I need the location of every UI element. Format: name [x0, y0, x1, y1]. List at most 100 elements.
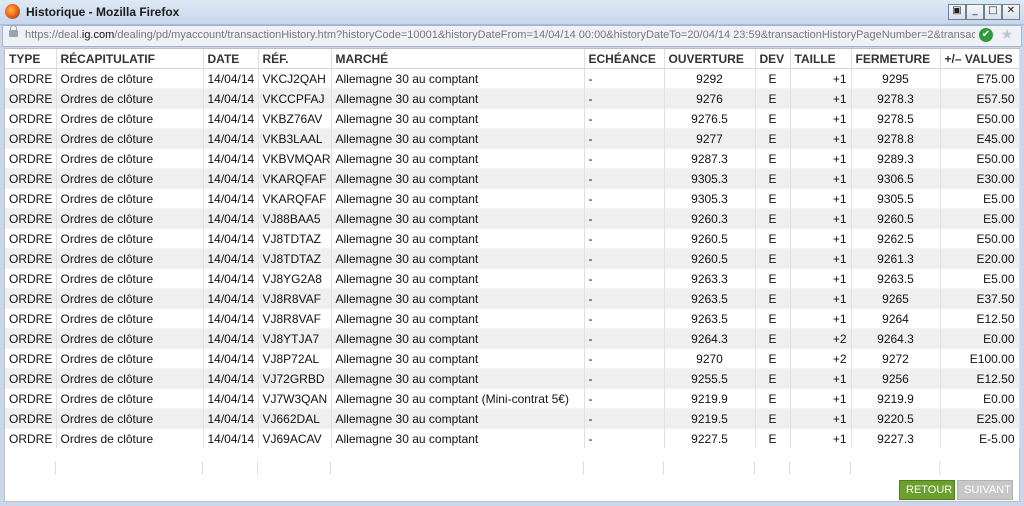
- header-fermeture[interactable]: FERMETURE: [851, 49, 941, 69]
- cell-recapitulatif: Ordres de clôture: [56, 408, 204, 429]
- header-echeance[interactable]: ECHÉANCE: [584, 49, 665, 69]
- cell-type: ORDRE: [5, 408, 57, 429]
- cell-dev: E: [755, 148, 791, 169]
- table-row[interactable]: ORDRE Ordres de clôture 14/04/14 VJ8YG2A8 Al…: [5, 268, 1020, 289]
- header-values[interactable]: +/– VALUES: [940, 49, 1020, 69]
- cell-type: ORDRE: [5, 148, 57, 169]
- header-recapitulatif[interactable]: RÉCAPITULATIF: [56, 49, 204, 69]
- bookmark-star-icon[interactable]: ★: [999, 27, 1015, 43]
- cell-marche: Allemagne 30 au comptant: [331, 428, 585, 448]
- cell-date: 14/04/14: [203, 268, 259, 289]
- cell-ref: VJ88BAA5: [258, 208, 332, 229]
- cell-dev: E: [755, 308, 791, 329]
- cell-recapitulatif: Ordres de clôture: [56, 128, 204, 149]
- window-titlebar[interactable]: Historique - Mozilla Firefox ▣ _ □ ✕: [0, 0, 1024, 25]
- cell-date: 14/04/14: [203, 88, 259, 109]
- cell-taille: +1: [790, 168, 852, 189]
- table-row[interactable]: ORDRE Ordres de clôture 14/04/14 VJ69ACAV Al…: [5, 428, 1020, 448]
- cell-ouverture: 9276.5: [664, 108, 756, 129]
- table-row[interactable]: ORDRE Ordres de clôture 14/04/14 VJ8R8VAF Al…: [5, 308, 1020, 329]
- cell-ouverture: 9305.3: [664, 168, 756, 189]
- cell-marche: Allemagne 30 au comptant: [331, 308, 585, 329]
- cell-echeance: -: [584, 188, 665, 209]
- close-button[interactable]: ✕: [1002, 4, 1020, 20]
- cell-fermeture: 9264.3: [851, 328, 941, 349]
- cell-ouverture: 9263.3: [664, 268, 756, 289]
- table-row[interactable]: ORDRE Ordres de clôture 14/04/14 VKBZ76AV Al…: [5, 108, 1020, 129]
- cell-type: ORDRE: [5, 368, 57, 389]
- cell-fermeture: 9262.5: [851, 228, 941, 249]
- cell-echeance: -: [584, 368, 665, 389]
- maximize-button[interactable]: □: [984, 4, 1002, 20]
- cell-recapitulatif: Ordres de clôture: [56, 208, 204, 229]
- cell-type: ORDRE: [5, 188, 57, 209]
- cell-fermeture: 9219.9: [851, 388, 941, 409]
- cell-date: 14/04/14: [203, 248, 259, 269]
- table-row[interactable]: ORDRE Ordres de clôture 14/04/14 VKARQFAF Al…: [5, 188, 1020, 209]
- url-prefix: https://deal.: [25, 29, 82, 41]
- cell-dev: E: [755, 108, 791, 129]
- cell-dev: E: [755, 348, 791, 369]
- cell-taille: +1: [790, 88, 852, 109]
- cell-dev: E: [755, 88, 791, 109]
- cell-echeance: -: [584, 128, 665, 149]
- cell-marche: Allemagne 30 au comptant: [331, 208, 585, 229]
- cell-recapitulatif: Ordres de clôture: [56, 368, 204, 389]
- cell-date: 14/04/14: [203, 128, 259, 149]
- table-row[interactable]: ORDRE Ordres de clôture 14/04/14 VJ662DAL Al…: [5, 408, 1020, 429]
- minimize-button[interactable]: _: [966, 4, 984, 20]
- cell-taille: +1: [790, 128, 852, 149]
- cell-type: ORDRE: [5, 288, 57, 309]
- cell-type: ORDRE: [5, 208, 57, 229]
- table-row[interactable]: ORDRE Ordres de clôture 14/04/14 VJ8TDTAZ Al…: [5, 228, 1020, 249]
- table-row[interactable]: ORDRE Ordres de clôture 14/04/14 VKCCPFAJ Al…: [5, 88, 1020, 109]
- cell-values: E37.50: [940, 288, 1020, 309]
- cell-ref: VKARQFAF: [258, 188, 332, 209]
- table-row[interactable]: ORDRE Ordres de clôture 14/04/14 VKARQFAF Al…: [5, 168, 1020, 189]
- cell-marche: Allemagne 30 au comptant: [331, 88, 585, 109]
- cell-taille: +1: [790, 268, 852, 289]
- table-row[interactable]: ORDRE Ordres de clôture 14/04/14 VJ8TDTAZ Al…: [5, 248, 1020, 269]
- header-ouverture[interactable]: OUVERTURE: [664, 49, 756, 69]
- table-row[interactable]: ORDRE Ordres de clôture 14/04/14 VKBVMQAR Al…: [5, 148, 1020, 169]
- table-row[interactable]: ORDRE Ordres de clôture 14/04/14 VJ8P72AL Al…: [5, 348, 1020, 369]
- cell-values: E0.00: [940, 328, 1020, 349]
- header-type[interactable]: TYPE: [5, 49, 57, 69]
- table-row[interactable]: ORDRE Ordres de clôture 14/04/14 VJ8YTJA7 Al…: [5, 328, 1020, 349]
- cell-echeance: -: [584, 208, 665, 229]
- cell-dev: E: [755, 388, 791, 409]
- cell-date: 14/04/14: [203, 328, 259, 349]
- table-row[interactable]: ORDRE Ordres de clôture 14/04/14 VJ72GRBD Al…: [5, 368, 1020, 389]
- column-divider: [663, 461, 664, 475]
- cell-fermeture: 9263.5: [851, 268, 941, 289]
- header-marche[interactable]: MARCHÉ: [331, 49, 585, 69]
- table-row[interactable]: ORDRE Ordres de clôture 14/04/14 VJ8R8VAF Al…: [5, 288, 1020, 309]
- cell-ouverture: 9263.5: [664, 308, 756, 329]
- cell-echeance: -: [584, 408, 665, 429]
- table-row[interactable]: ORDRE Ordres de clôture 14/04/14 VJ7W3QAN Al…: [5, 388, 1020, 409]
- cell-echeance: -: [584, 308, 665, 329]
- table-row[interactable]: ORDRE Ordres de clôture 14/04/14 VKCJ2QAH Al…: [5, 68, 1020, 89]
- cell-ref: VKCJ2QAH: [258, 68, 332, 89]
- cell-taille: +1: [790, 308, 852, 329]
- cell-marche: Allemagne 30 au comptant: [331, 248, 585, 269]
- header-date[interactable]: DATE: [203, 49, 259, 69]
- cell-echeance: -: [584, 348, 665, 369]
- cell-type: ORDRE: [5, 328, 57, 349]
- cell-values: E20.00: [940, 248, 1020, 269]
- cell-echeance: -: [584, 388, 665, 409]
- suivant-button[interactable]: SUIVANT: [957, 480, 1013, 500]
- url-field[interactable]: https://deal.ig.com/dealing/pd/myaccount…: [25, 29, 975, 41]
- address-bar[interactable]: https://deal.ig.com/dealing/pd/myaccount…: [2, 25, 1022, 47]
- retour-button[interactable]: RETOUR: [899, 480, 955, 500]
- restore-icon[interactable]: ▣: [948, 4, 966, 20]
- secure-check-icon[interactable]: ✔: [979, 28, 993, 42]
- table-row[interactable]: ORDRE Ordres de clôture 14/04/14 VKB3LAAL Al…: [5, 128, 1020, 149]
- header-dev[interactable]: DEV: [755, 49, 791, 69]
- header-taille[interactable]: TAILLE: [790, 49, 852, 69]
- cell-ref: VJ8R8VAF: [258, 288, 332, 309]
- cell-dev: E: [755, 228, 791, 249]
- table-row[interactable]: ORDRE Ordres de clôture 14/04/14 VJ88BAA5 Al…: [5, 208, 1020, 229]
- cell-ref: VJ72GRBD: [258, 368, 332, 389]
- header-ref[interactable]: RÉF.: [258, 49, 332, 69]
